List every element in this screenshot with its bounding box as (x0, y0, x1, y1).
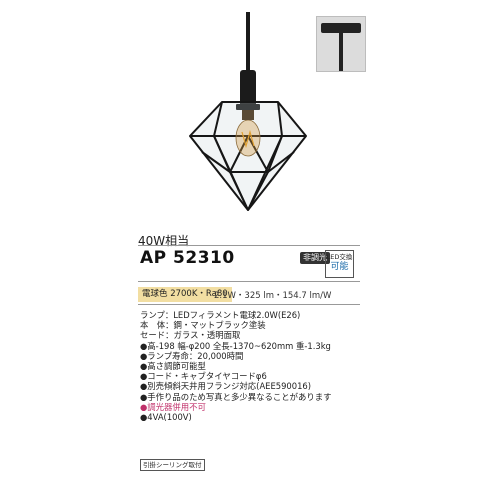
efficiency-text: 2.1W・325 lm・154.7 lm/W (214, 291, 332, 301)
ceiling-mount-badge: 引掛シーリング取付 (140, 459, 205, 471)
spec-lamp-life: ●ランプ寿命：20,000時間 (140, 350, 244, 361)
spec-lamp: ランプ：LEDフィラメント電球2.0W(E26) (140, 310, 301, 320)
lamp-cord (246, 12, 250, 72)
spec-dimmer-warning: ●調光器併用不可 (140, 401, 206, 412)
spec-shade: セード：ガラス・透明面取 (140, 330, 241, 341)
model-number: AP 52310 (140, 248, 235, 268)
spec-handmade-note: ●手作り品のため写真と多少異なることがあります (140, 391, 332, 402)
spec-power: ●4VA(100V) (140, 412, 192, 423)
led-swap-label: LED交換 (326, 253, 353, 261)
divider (138, 281, 360, 282)
divider (138, 245, 360, 246)
ceiling-canopy-photo (316, 16, 366, 72)
watt-equivalent: 40W相当 (138, 234, 190, 248)
spec-cord: ●コード・キャブタイヤコードφ6 (140, 371, 267, 382)
spec-list: ランプ：LEDフィラメント電球2.0W(E26) 本 体：鋼・マットブラック塗装… (140, 310, 380, 422)
divider (138, 304, 360, 305)
spec-body: 本 体：鋼・マットブラック塗装 (140, 320, 266, 331)
spec-flange: ●別売傾斜天井用フランジ対応(AEE590016) (140, 381, 311, 392)
led-replaceable-badge: LED交換 可能 (325, 250, 354, 278)
spec-height-adjustable: ●高さ調節可能型 (140, 361, 206, 372)
led-swap-possible: 可能 (330, 262, 349, 272)
spec-dimensions: ●高-198 幅-φ200 全長-1370~620mm 重-1.3kg (140, 340, 331, 351)
